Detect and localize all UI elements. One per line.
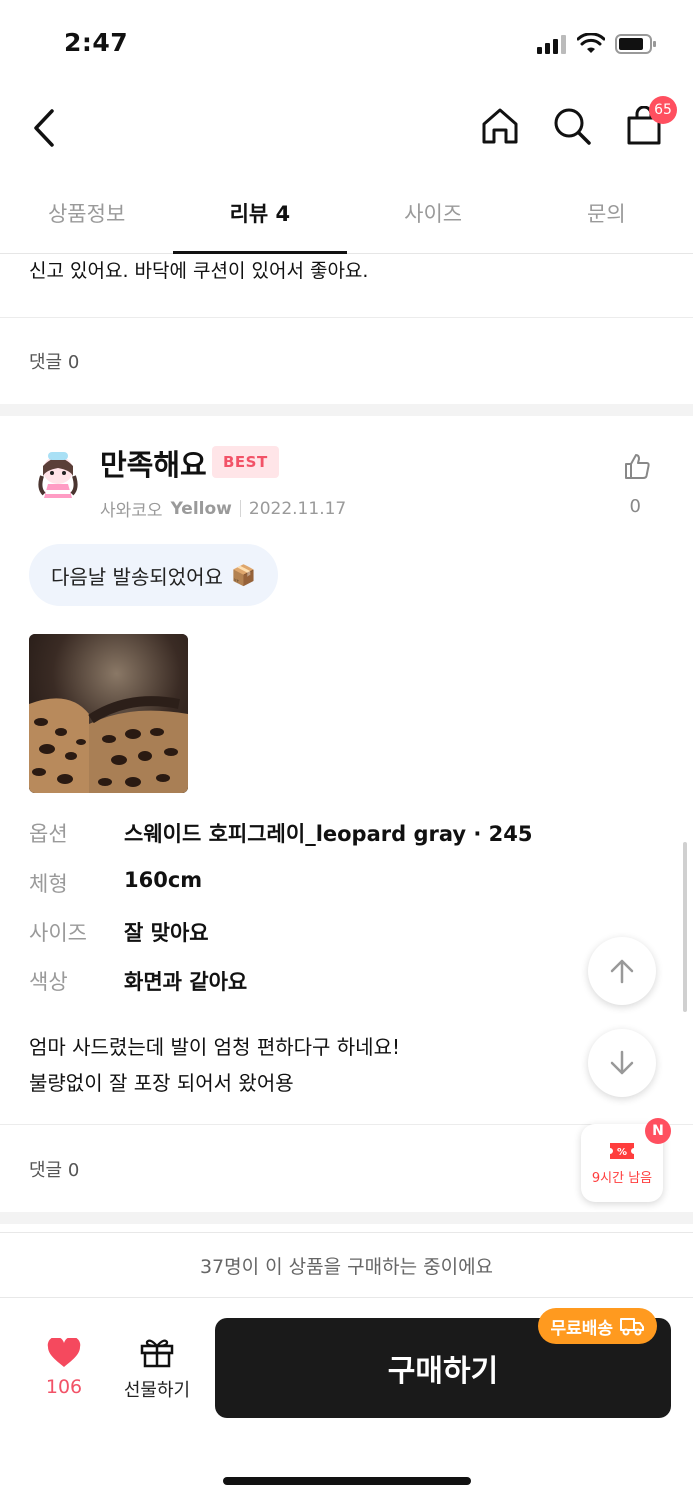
avatar[interactable]	[30, 446, 86, 502]
top-navigation: 65	[0, 90, 693, 166]
wifi-icon	[577, 33, 605, 53]
header-actions: 65	[479, 96, 677, 148]
spec-label: 색상	[29, 970, 68, 994]
search-icon	[554, 108, 591, 145]
heart-icon	[47, 1338, 81, 1367]
best-badge: BEST	[212, 446, 279, 478]
package-icon: 📦	[230, 563, 256, 587]
spec-value: 스웨이드 호피그레이_leopard gray · 245	[124, 822, 533, 846]
free-shipping-badge: 무료배송	[538, 1308, 657, 1344]
review-photo[interactable]	[29, 634, 188, 793]
spec-body-type: 체형 160cm	[29, 868, 202, 898]
previous-review-comment-button[interactable]: 댓글 0	[29, 348, 79, 374]
review-comment-button[interactable]: 댓글 0	[29, 1156, 79, 1182]
spec-label: 체형	[29, 872, 68, 896]
new-badge: N	[645, 1118, 671, 1144]
coupon-timer: 9시간 남음	[591, 1170, 653, 1186]
section-separator	[0, 404, 693, 416]
tab-product-info[interactable]: 상품정보	[0, 176, 173, 253]
gift-label: 선물하기	[123, 1380, 191, 1401]
avatar-character-icon	[38, 452, 78, 498]
wishlist-count: 106	[45, 1376, 83, 1398]
bottom-action-bar: 106 선물하기 구매하기 무료배송	[0, 1298, 693, 1500]
scroll-bottom-button[interactable]	[588, 1029, 656, 1097]
like-count: 0	[629, 496, 641, 517]
truck-icon	[620, 1318, 644, 1336]
spec-value: 화면과 같아요	[124, 970, 248, 994]
back-button[interactable]	[24, 106, 64, 150]
reviewer-level: Yellow	[170, 498, 232, 519]
leopard-shoe-image	[29, 634, 188, 793]
spec-label: 옵션	[29, 822, 68, 846]
product-tabs: 상품정보 리뷰 4 사이즈 문의	[0, 176, 693, 254]
reviewer-info: 사와코오 Yellow 2022.11.17	[100, 496, 347, 522]
gift-button[interactable]: 선물하기	[118, 1336, 196, 1402]
section-separator	[0, 1212, 693, 1224]
thumbs-up-icon	[625, 454, 650, 479]
review-body-line: 불량없이 잘 포장 되어서 왔어용	[29, 1071, 294, 1095]
spec-value: 잘 맞아요	[124, 921, 209, 945]
review-body: 엄마 사드렸는데 발이 엄청 편하다구 하네요! 불량없이 잘 포장 되어서 왔…	[29, 1029, 400, 1101]
gift-icon	[140, 1339, 174, 1368]
tab-inquiry[interactable]: 문의	[520, 176, 693, 253]
home-indicator[interactable]	[223, 1477, 471, 1485]
battery-icon	[615, 34, 656, 54]
reviewer-name[interactable]: 사와코오	[100, 496, 163, 521]
purchase-activity-banner: 37명이 이 상품을 구매하는 중이에요	[0, 1232, 693, 1298]
spec-color: 색상 화면과 같아요	[29, 966, 247, 996]
arrow-up-icon	[610, 959, 634, 984]
status-time: 2:47	[64, 28, 129, 57]
review-title: 만족해요	[100, 448, 207, 482]
cart-button[interactable]: 65	[623, 96, 677, 148]
chevron-left-icon	[34, 109, 54, 147]
search-button[interactable]	[551, 104, 593, 148]
svg-text:%: %	[617, 1147, 627, 1158]
previous-review-text: 신고 있어요. 바닥에 쿠션이 있어서 좋아요.	[29, 260, 369, 282]
home-icon	[482, 108, 518, 144]
coupon-button[interactable]: % 9시간 남음 N	[581, 1118, 671, 1202]
scrollbar[interactable]	[683, 842, 687, 1012]
scroll-top-button[interactable]	[588, 937, 656, 1005]
spec-option: 옵션 스웨이드 호피그레이_leopard gray · 245	[29, 818, 533, 848]
spec-label: 사이즈	[29, 921, 87, 945]
like-button[interactable]	[621, 450, 653, 482]
chip-text: 다음날 발송되었어요	[51, 564, 223, 589]
divider	[0, 317, 693, 318]
tab-size[interactable]: 사이즈	[347, 176, 520, 253]
home-button[interactable]	[479, 104, 521, 148]
review-date: 2022.11.17	[248, 498, 347, 519]
status-bar: 2:47	[0, 0, 693, 88]
wishlist-button[interactable]: 106	[38, 1338, 90, 1398]
cart-count-badge: 65	[649, 96, 677, 124]
status-icons	[537, 33, 657, 55]
spec-value: 160cm	[124, 868, 203, 892]
spec-size: 사이즈 잘 맞아요	[29, 917, 209, 947]
free-shipping-label: 무료배송	[550, 1318, 613, 1339]
signal-icon	[537, 35, 566, 54]
shipping-feedback-chip: 다음날 발송되었어요 📦	[29, 544, 278, 606]
review-body-line: 엄마 사드렸는데 발이 엄청 편하다구 하네요!	[29, 1035, 401, 1059]
coupon-icon: %	[610, 1142, 634, 1159]
arrow-down-icon	[610, 1050, 634, 1075]
separator	[239, 500, 241, 517]
tab-reviews[interactable]: 리뷰 4	[173, 176, 347, 254]
